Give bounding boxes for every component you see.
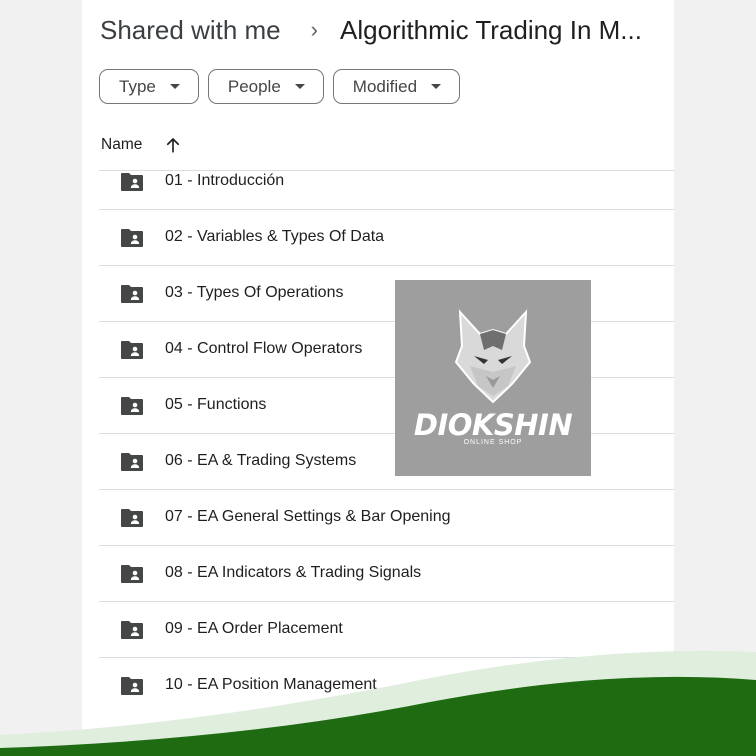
decorative-wave: [0, 650, 756, 756]
chevron-right-icon: ›: [310, 17, 318, 42]
list-item[interactable]: 08 - EA Indicators & Trading Signals: [99, 545, 674, 601]
folder-name: 05 - Functions: [165, 396, 267, 413]
folder-name: 06 - EA & Trading Systems: [165, 452, 357, 469]
folder-name: 09 - EA Order Placement: [165, 620, 343, 637]
watermark-brand: DIOKSHIN: [413, 408, 573, 442]
watermark-logo: DIOKSHIN ONLINE SHOP: [395, 280, 591, 476]
folder-name: 01 - Introducción: [165, 172, 285, 189]
list-item[interactable]: 01 - Introducción: [99, 170, 674, 209]
folder-name: 02 - Variables & Types Of Data: [165, 228, 385, 245]
shared-folder-icon: [121, 341, 143, 359]
folder-name: 03 - Types Of Operations: [165, 284, 344, 301]
folder-name: 08 - EA Indicators & Trading Signals: [165, 564, 422, 581]
caret-down-icon: [169, 84, 180, 89]
column-header: Name: [101, 136, 182, 154]
wolf-head-icon: [454, 309, 532, 404]
list-item[interactable]: 02 - Variables & Types Of Data: [99, 209, 674, 265]
shared-folder-icon: [121, 565, 143, 583]
folder-name: 04 - Control Flow Operators: [165, 340, 363, 357]
filter-modified-button[interactable]: Modified: [332, 69, 461, 104]
caret-down-icon: [431, 84, 442, 89]
name-column-header[interactable]: Name: [101, 136, 142, 154]
shared-folder-icon: [121, 229, 143, 247]
watermark-tagline: ONLINE SHOP: [463, 439, 523, 446]
shared-folder-icon: [121, 453, 143, 471]
filter-type-button[interactable]: Type: [99, 69, 199, 104]
filter-people-label: People: [227, 76, 281, 96]
list-item[interactable]: 07 - EA General Settings & Bar Opening: [99, 489, 674, 545]
shared-folder-icon: [121, 509, 143, 527]
filter-modified-label: Modified: [352, 76, 418, 96]
shared-folder-icon: [121, 285, 143, 303]
breadcrumb-root-link[interactable]: Shared with me: [100, 15, 281, 46]
filter-bar: Type People Modified: [99, 69, 461, 104]
shared-folder-icon: [121, 397, 143, 415]
caret-down-icon: [294, 84, 305, 89]
filter-type-label: Type: [119, 76, 156, 96]
breadcrumb: Shared with me › Algorithmic Trading In …: [100, 10, 680, 50]
breadcrumb-current-folder[interactable]: Algorithmic Trading In M...: [340, 15, 642, 46]
arrow-up-icon[interactable]: [164, 136, 182, 154]
filter-people-button[interactable]: People: [207, 69, 324, 104]
folder-name: 07 - EA General Settings & Bar Opening: [165, 508, 451, 525]
shared-folder-icon: [121, 621, 143, 639]
shared-folder-icon: [121, 173, 143, 191]
